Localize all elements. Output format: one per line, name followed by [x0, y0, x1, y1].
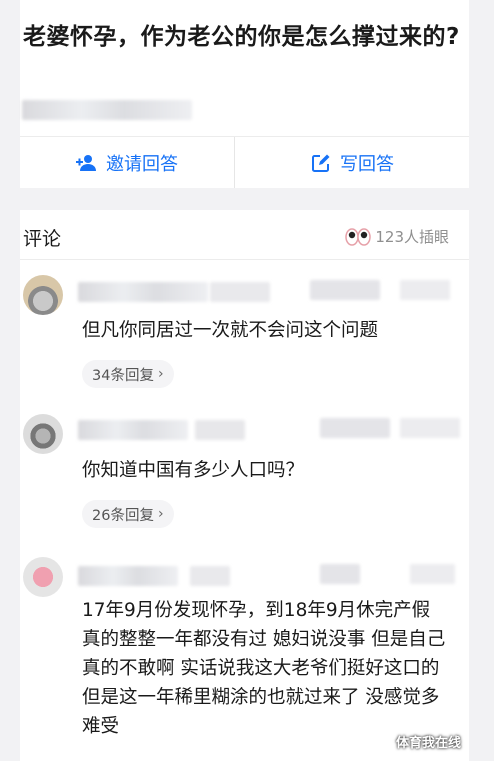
replies-count: 34条回复: [92, 367, 154, 384]
reaction-count: 123人插眼: [375, 228, 449, 246]
reaction-counter[interactable]: 123人插眼: [345, 226, 449, 247]
replies-button[interactable]: 34条回复 ›: [82, 360, 174, 388]
comment-text: 你知道中国有多少人口吗？: [82, 460, 305, 481]
blurred-meta: [310, 280, 380, 300]
blurred-meta: [190, 566, 230, 586]
invite-answer-button[interactable]: 邀请回答: [20, 137, 234, 188]
blurred-username: [78, 282, 208, 302]
chevron-right-icon: ›: [157, 366, 164, 382]
pen-box-icon: [310, 153, 332, 173]
comment-item: 但凡你同居过一次就不会问这个问题 34条回复 ›: [20, 270, 469, 400]
write-answer-label: 写回答: [340, 153, 394, 175]
comment-item: 17年9月份发现怀孕，到18年9月休完产假 真的整整一年都没有过 媳妇说没事 但…: [20, 552, 469, 761]
write-answer-button[interactable]: 写回答: [235, 137, 469, 188]
comments-card: 评论 123人插眼 但凡你同居过一次就不会问这个问题 34条回复 › 你知道中国…: [20, 210, 469, 761]
replies-button[interactable]: 26条回复 ›: [82, 500, 174, 528]
blurred-meta: [22, 100, 192, 120]
replies-count: 26条回复: [92, 507, 154, 524]
comments-header: 评论 123人插眼: [20, 210, 469, 260]
comment-text: 但凡你同居过一次就不会问这个问题: [82, 320, 379, 341]
question-title: 老婆怀孕，作为老公的你是怎么撑过来的?: [23, 24, 460, 50]
blurred-meta: [320, 564, 360, 584]
blurred-meta: [320, 418, 390, 438]
blurred-meta: [210, 282, 270, 302]
watermark: 体育我在线: [395, 736, 461, 751]
add-user-icon: [76, 153, 98, 173]
blurred-username: [78, 566, 178, 586]
blurred-meta: [400, 418, 460, 438]
avatar[interactable]: [23, 414, 63, 454]
question-card: 老婆怀孕，作为老公的你是怎么撑过来的? 邀请回答 写回答: [20, 0, 469, 188]
comments-title: 评论: [23, 228, 62, 250]
avatar[interactable]: [23, 557, 63, 597]
blurred-meta: [195, 420, 245, 440]
avatar[interactable]: [23, 275, 63, 315]
blurred-meta: [400, 280, 450, 300]
comment-text: 17年9月份发现怀孕，到18年9月休完产假 真的整整一年都没有过 媳妇说没事 但…: [82, 600, 446, 737]
eyes-icon: [345, 227, 372, 246]
blurred-meta: [410, 564, 455, 584]
invite-answer-label: 邀请回答: [106, 153, 178, 175]
blurred-username: [78, 420, 188, 440]
comment-item: 你知道中国有多少人口吗？ 26条回复 ›: [20, 406, 469, 546]
chevron-right-icon: ›: [157, 506, 164, 522]
